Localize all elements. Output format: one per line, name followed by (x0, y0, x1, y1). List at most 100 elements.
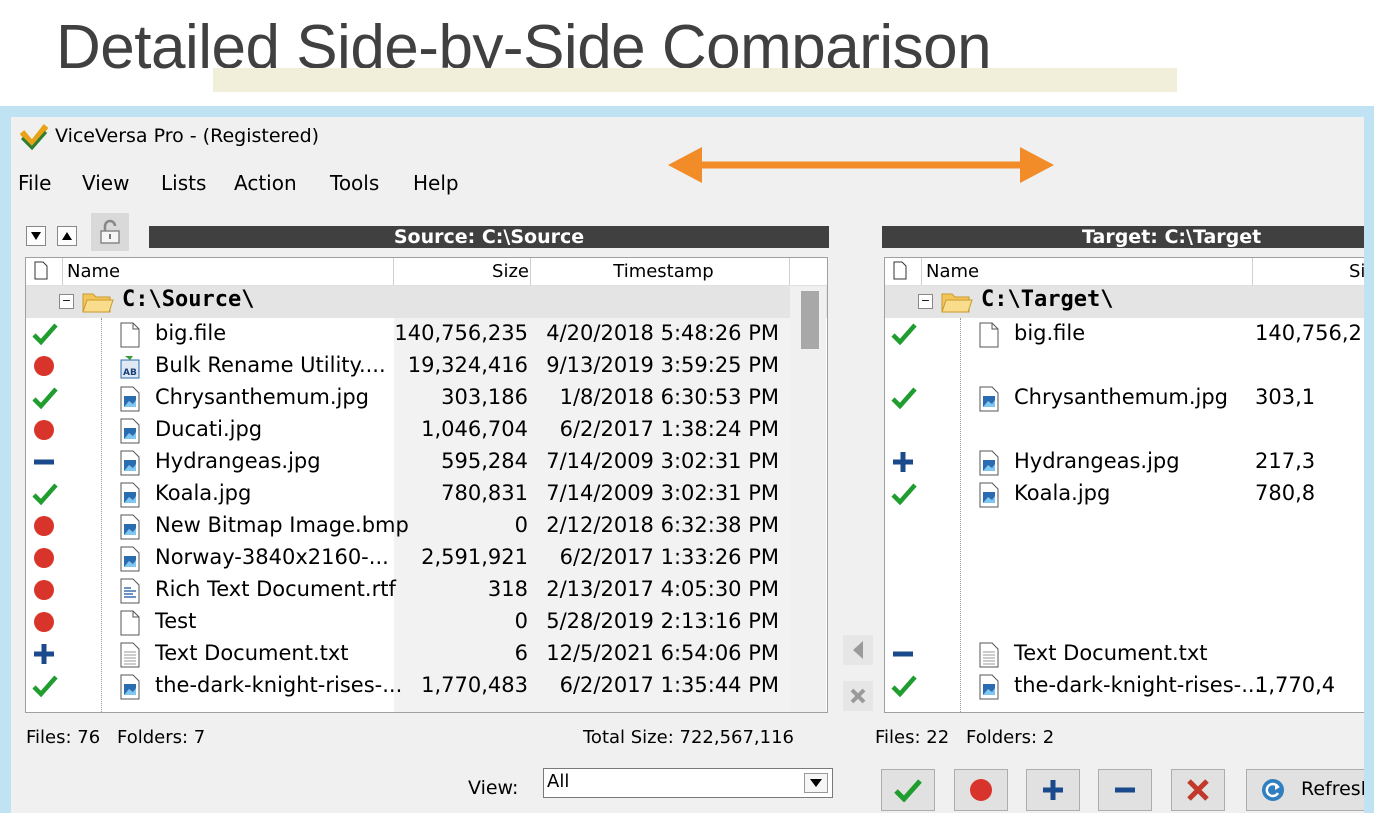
file-timestamp: 2/13/2017 4:05:30 PM (546, 577, 779, 601)
x-icon (1187, 779, 1209, 801)
source-scrollbar[interactable] (790, 286, 826, 712)
check-icon (894, 779, 922, 802)
source-row[interactable]: Koala.jpg 780,831 7/14/2009 3:02:31 PM (26, 478, 827, 510)
menu-lists[interactable]: Lists (161, 171, 206, 195)
red-dot-icon (34, 356, 54, 376)
view-filter-select[interactable]: All (543, 768, 833, 798)
source-row[interactable]: New Bitmap Image.bmp 0 2/12/2018 6:32:38 P… (26, 510, 827, 542)
file-size: 1,770,483 (421, 673, 528, 697)
app-file-icon: AB (120, 356, 140, 379)
column-name[interactable]: Name (67, 261, 120, 282)
source-row[interactable]: Ducati.jpg 1,046,704 6/2/2017 1:38:24 PM (26, 414, 827, 446)
target-header: Target: C:\Target (882, 226, 1364, 248)
lock-button[interactable] (91, 213, 129, 251)
column-name[interactable]: Name (926, 261, 979, 282)
check-icon (32, 323, 58, 346)
image-file-icon (120, 386, 140, 412)
source-row[interactable]: Text Document.txt 6 12/5/2021 6:54:06 PM (26, 638, 827, 670)
file-size: 0 (514, 513, 528, 537)
expand-down-button[interactable] (26, 226, 46, 246)
red-dot-icon (970, 779, 992, 801)
refresh-icon (1262, 779, 1284, 801)
target-root-label: C:\Target\ (981, 287, 1114, 312)
show-older-button[interactable] (1098, 769, 1152, 811)
source-row[interactable]: the-dark-knight-rises-... 1,770,483 6/2/20… (26, 670, 827, 702)
file-name: Hydrangeas.jpg (155, 449, 321, 473)
chevron-down-icon[interactable] (804, 773, 828, 793)
file-size: 303,186 (441, 385, 528, 409)
show-missing-button[interactable] (1171, 769, 1225, 811)
file-name: Test (155, 609, 197, 633)
target-row[interactable]: Text Document.txt (885, 638, 1364, 670)
menu-action[interactable]: Action (234, 171, 297, 195)
file-size: 1,770,4 (1255, 673, 1336, 697)
target-row[interactable]: Chrysanthemum.jpg 303,1 (885, 382, 1364, 414)
file-icon (979, 322, 999, 348)
file-icon (120, 322, 140, 348)
column-separator (530, 258, 531, 285)
svg-text:AB: AB (123, 368, 137, 378)
menu-file[interactable]: File (18, 171, 51, 195)
file-timestamp: 4/20/2018 5:48:26 PM (546, 321, 779, 345)
show-newer-button[interactable] (1026, 769, 1080, 811)
file-timestamp: 2/12/2018 6:32:38 PM (546, 513, 779, 537)
refresh-label: Refresh (1301, 778, 1364, 800)
target-row[interactable]: the-dark-knight-rises-... 1,770,4 (885, 670, 1364, 702)
file-timestamp: 5/28/2019 2:13:16 PM (546, 609, 779, 633)
check-icon (32, 387, 58, 410)
scroll-thumb[interactable] (801, 291, 819, 349)
check-icon (32, 483, 58, 506)
show-equal-button[interactable] (881, 769, 935, 811)
file-size: 780,8 (1255, 481, 1316, 505)
menu-tools[interactable]: Tools (330, 171, 379, 195)
source-file-list[interactable]: Name Size Timestamp − C:\Source\ big.fil… (25, 257, 828, 713)
source-root-folder[interactable]: − C:\Source\ (26, 286, 827, 318)
file-size: 318 (487, 577, 528, 601)
target-row[interactable]: Hydrangeas.jpg 217,3 (885, 446, 1364, 478)
menu-view[interactable]: View (82, 171, 129, 195)
refresh-button[interactable]: Refresh (1246, 769, 1364, 811)
file-timestamp: 6/2/2017 1:33:26 PM (559, 545, 779, 569)
target-root-folder[interactable]: − C:\Target\ (885, 286, 1364, 318)
source-row[interactable]: AB Bulk Rename Utility.... 19,324,416 9/13/… (26, 350, 827, 382)
source-row[interactable]: Hydrangeas.jpg 595,284 7/14/2009 3:02:31 P… (26, 446, 827, 478)
show-unique-button[interactable] (954, 769, 1008, 811)
column-timestamp[interactable]: Timestamp (536, 261, 791, 282)
collapse-toggle[interactable]: − (59, 294, 74, 309)
source-row[interactable]: Rich Text Document.rtf 318 2/13/2017 4:05:… (26, 574, 827, 606)
target-folders-count: Folders: 2 (966, 727, 1055, 748)
open-folder-icon (941, 293, 973, 313)
source-row[interactable]: Norway-3840x2160-... 2,591,921 6/2/2017 1:… (26, 542, 827, 574)
view-selected-value: All (547, 771, 570, 792)
delete-button[interactable] (843, 681, 873, 711)
file-name: Text Document.txt (155, 641, 349, 665)
source-row[interactable]: Test 0 5/28/2019 2:13:16 PM (26, 606, 827, 638)
file-size: 6 (514, 641, 528, 665)
column-separator (1252, 258, 1253, 285)
target-row[interactable]: Koala.jpg 780,8 (885, 478, 1364, 510)
target-row[interactable]: big.file 140,756,2: (885, 318, 1364, 350)
file-name: New Bitmap Image.bmp (155, 513, 409, 537)
column-size[interactable]: Size (396, 261, 529, 282)
file-timestamp: 7/14/2009 3:02:31 PM (546, 481, 779, 505)
copy-left-button[interactable] (843, 635, 873, 665)
target-column-header: Name Si (885, 258, 1364, 286)
menu-help[interactable]: Help (413, 171, 459, 195)
file-timestamp: 6/2/2017 1:35:44 PM (559, 673, 779, 697)
file-name: Chrysanthemum.jpg (155, 385, 370, 409)
source-row[interactable]: Chrysanthemum.jpg 303,186 1/8/2018 6:30:53… (26, 382, 827, 414)
red-dot-icon (34, 420, 54, 440)
image-file-icon (120, 514, 140, 540)
collapse-up-button[interactable] (57, 226, 77, 246)
plus-icon (1043, 780, 1063, 800)
unlock-icon (100, 219, 120, 244)
file-name: Hydrangeas.jpg (1014, 449, 1180, 473)
collapse-toggle[interactable]: − (918, 294, 933, 309)
target-file-list[interactable]: Name Si − C:\Target\ big.file 140,756,2: C… (884, 257, 1364, 713)
file-name: Norway-3840x2160-... (155, 545, 389, 569)
source-row[interactable]: big.file 140,756,235 4/20/2018 5:48:26 PM (26, 318, 827, 350)
file-size: 1,046,704 (421, 417, 528, 441)
column-size[interactable]: Si (1349, 261, 1364, 282)
file-name: Ducati.jpg (155, 417, 263, 441)
file-size: 303,1 (1255, 385, 1316, 409)
